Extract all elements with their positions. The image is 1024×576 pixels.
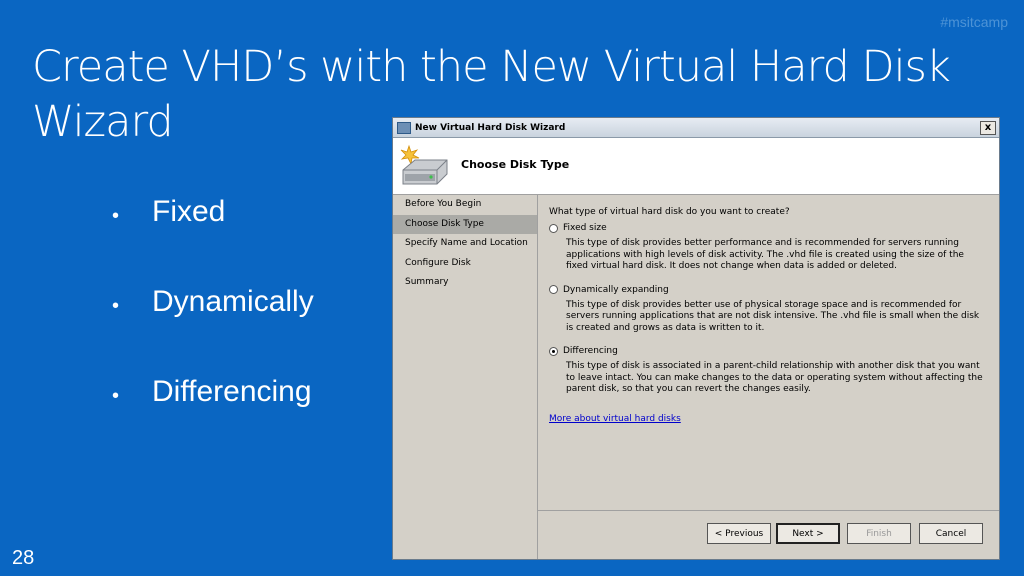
bullet-item: • Differencing [112,375,312,408]
finish-button[interactable]: Finish [847,523,911,544]
bullet-text: Fixed [152,195,226,228]
option-description: This type of disk provides better perfor… [566,238,964,271]
title-bar[interactable]: New Virtual Hard Disk Wizard x [393,118,999,138]
radio-fixed-size[interactable]: Fixed size [549,223,985,233]
previous-button[interactable]: < Previous [707,523,771,544]
hard-disk-icon [400,144,448,185]
nav-item-specify-name-and-location[interactable]: Specify Name and Location [393,234,537,254]
bullet-list: • Fixed • Dynamically • Differencing [112,195,314,465]
radio-differencing[interactable]: Differencing [549,346,985,356]
bullet-item: • Fixed [112,195,226,228]
next-button[interactable]: Next > [776,523,840,544]
wizard-step-list: Before You Begin Choose Disk Type Specif… [393,195,538,559]
content-pane: What type of virtual hard disk do you wa… [549,207,985,424]
question-text: What type of virtual hard disk do you wa… [549,207,790,217]
cancel-button[interactable]: Cancel [919,523,983,544]
option-label[interactable]: Dynamically expanding [563,285,669,295]
nav-item-choose-disk-type[interactable]: Choose Disk Type [393,214,537,234]
hashtag: #msitcamp [940,14,1008,30]
bullet-item: • Dynamically [112,285,314,318]
wizard-window: New Virtual Hard Disk Wizard x Choose Di… [392,117,1000,560]
slide-number: 28 [12,547,35,569]
radio-icon[interactable] [549,223,558,233]
option-description: This type of disk provides better use of… [566,299,980,333]
nav-item-summary[interactable]: Summary [393,273,537,293]
bullet-text: Differencing [152,375,312,408]
window-title: New Virtual Hard Disk Wizard [415,122,566,133]
option-description: This type of disk is associated in a par… [566,361,983,394]
more-about-vhd-link[interactable]: More about virtual hard disks [549,414,681,424]
bullet-text: Dynamically [152,285,314,318]
page-title: Choose Disk Type [461,158,570,171]
option-label[interactable]: Fixed size [563,223,607,233]
nav-item-configure-disk[interactable]: Configure Disk [393,254,537,274]
radio-icon[interactable] [549,285,558,294]
button-bar: < Previous Next > Finish Cancel [537,510,999,559]
nav-item-before-you-begin[interactable]: Before You Begin [393,195,537,215]
app-icon [397,121,411,134]
close-button[interactable]: x [980,120,996,135]
wizard-header: Choose Disk Type [393,138,999,195]
option-label[interactable]: Differencing [563,346,618,356]
radio-selected-icon[interactable] [549,346,558,356]
radio-dynamically-expanding[interactable]: Dynamically expanding [549,285,985,295]
